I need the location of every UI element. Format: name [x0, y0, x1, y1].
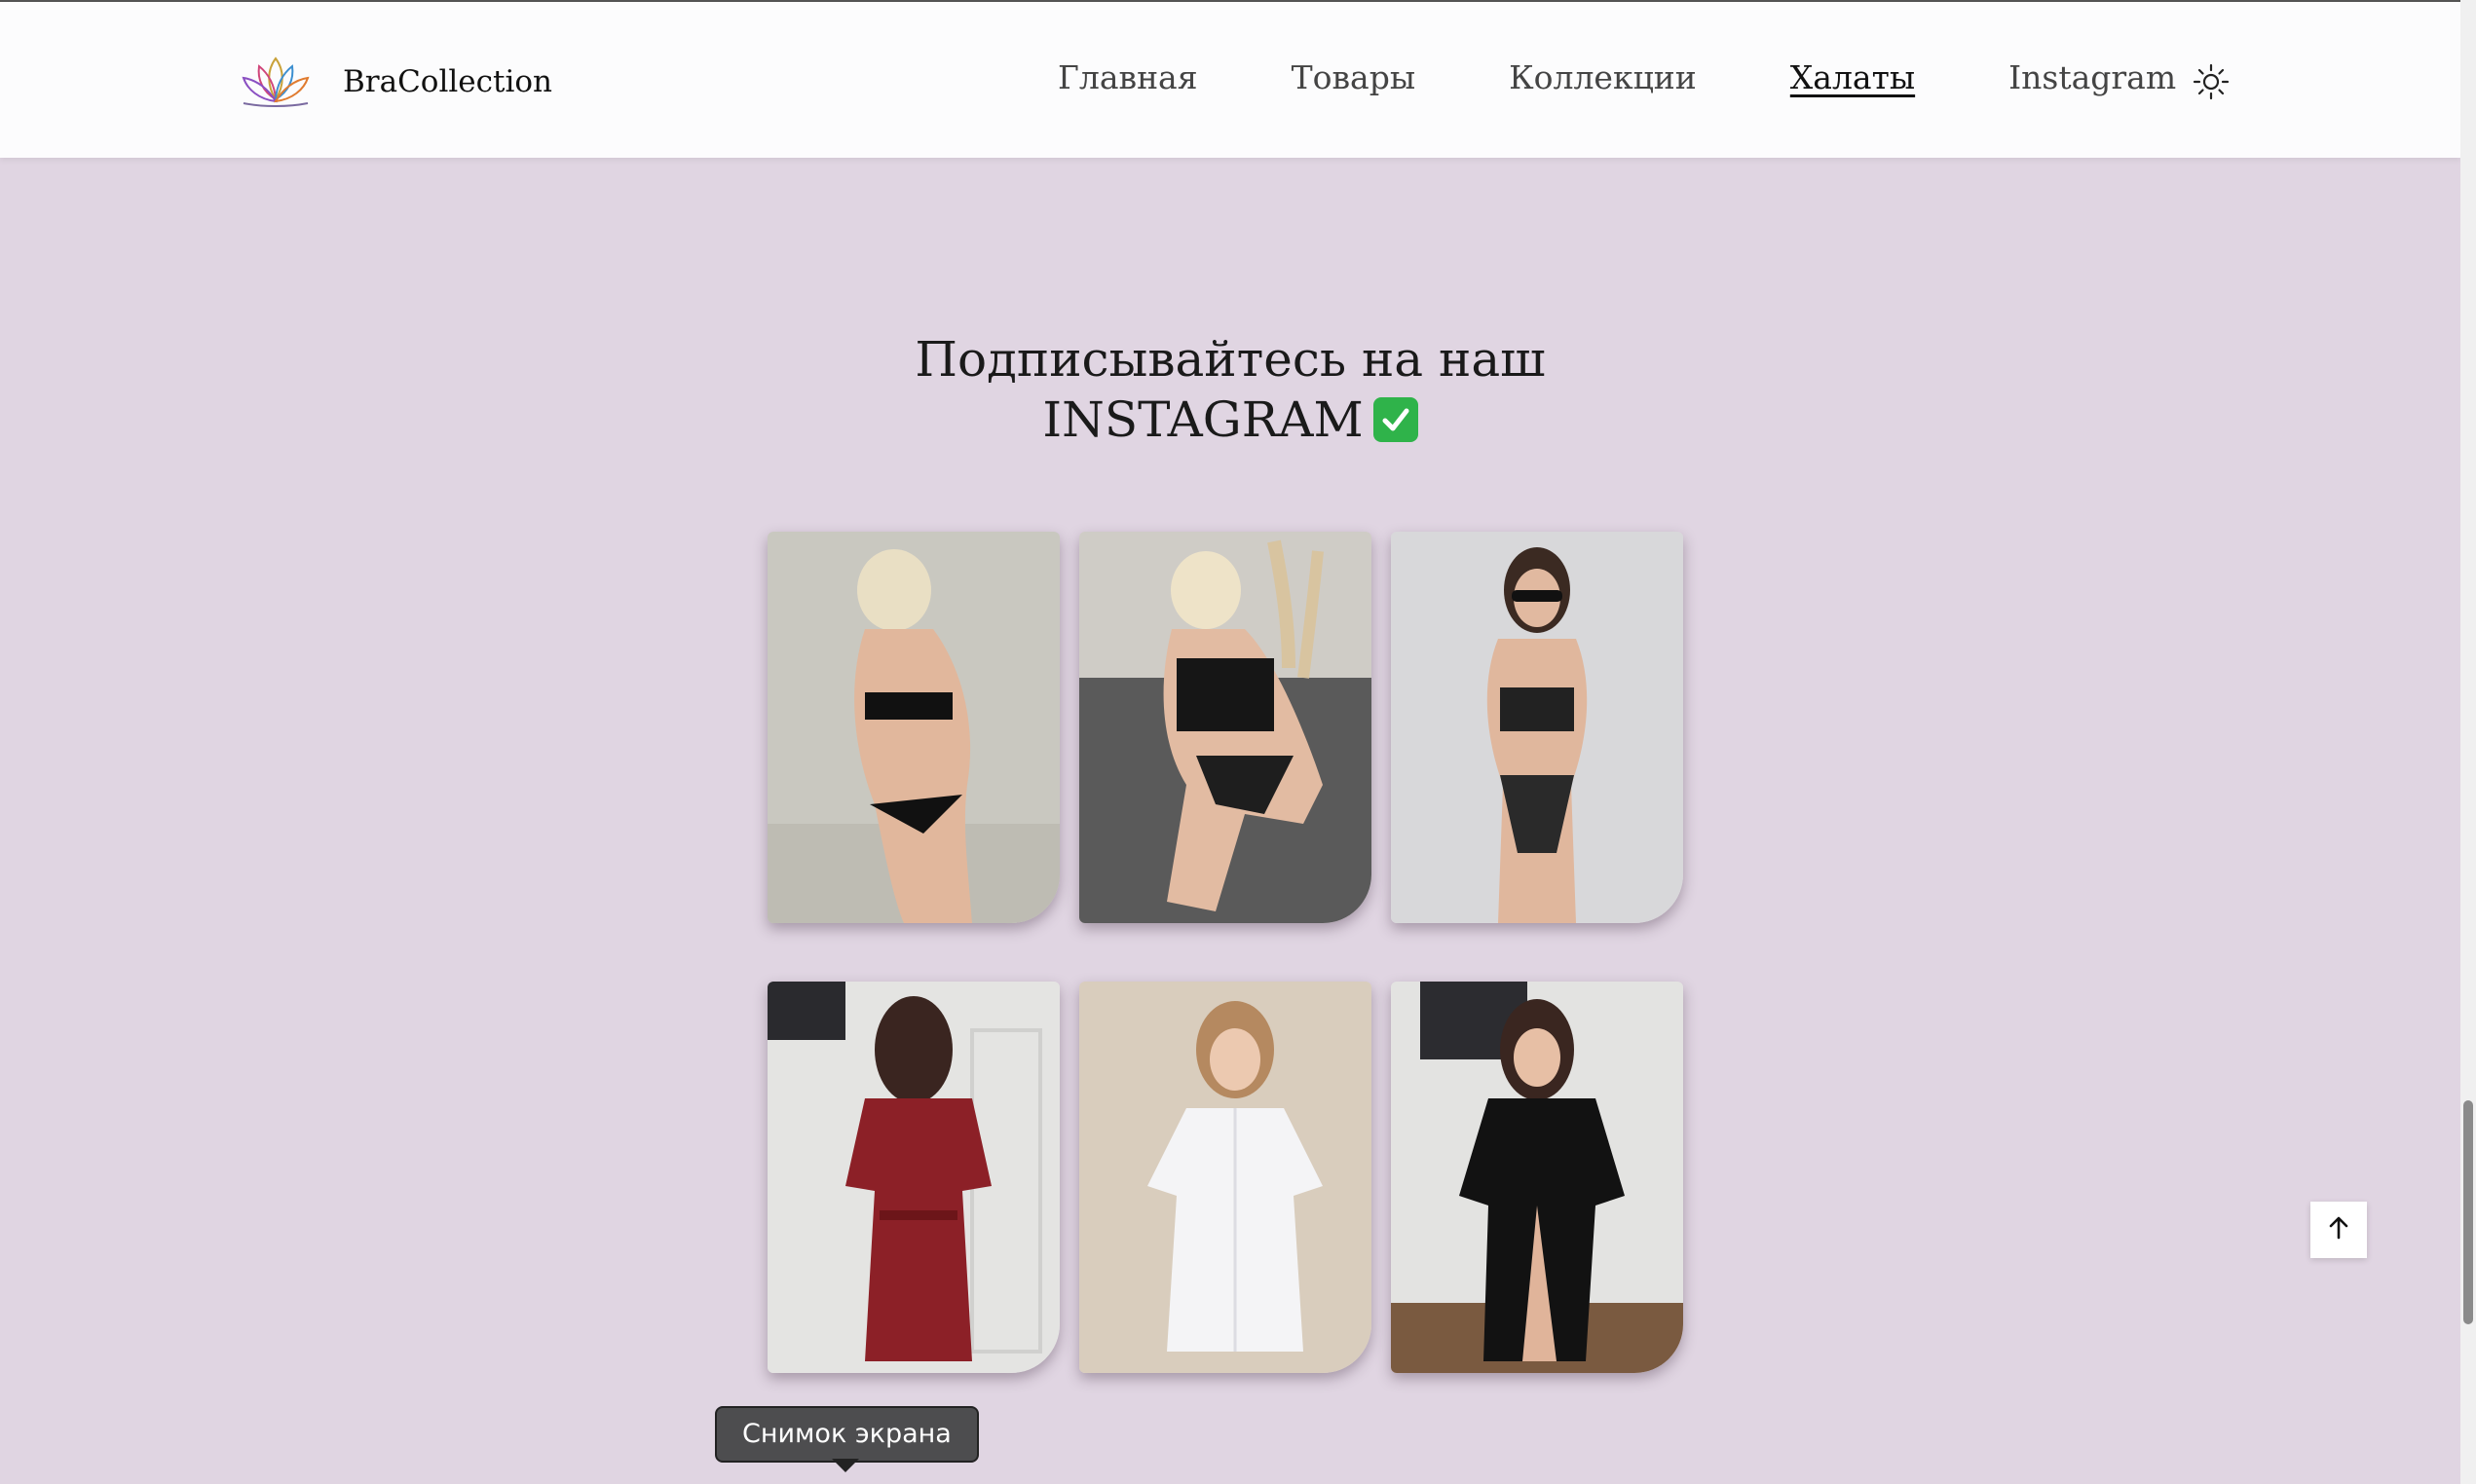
lingerie-photo-1[interactable]: [768, 532, 1060, 923]
arrow-up-icon: [2325, 1214, 2352, 1245]
nav-link-home[interactable]: Главная: [1058, 58, 1198, 96]
screenshot-tooltip: Снимок экрана: [715, 1406, 979, 1463]
scrollbar-thumb[interactable]: [2463, 1100, 2473, 1324]
instagram-section-title: Подписывайтесь на наш INSTAGRAM: [0, 329, 2460, 450]
title-line-2: INSTAGRAM: [1042, 391, 1364, 448]
robe-photo-2[interactable]: [1079, 982, 1371, 1373]
robe-photo-1[interactable]: [768, 982, 1060, 1373]
navbar: BraCollection Главная Товары Коллекции Х…: [0, 2, 2460, 158]
scroll-to-top-button[interactable]: [2310, 1202, 2367, 1258]
title-line-1: Подписывайтесь на наш: [915, 331, 1546, 388]
lingerie-photo-3[interactable]: [1391, 532, 1683, 923]
main-nav: Главная Товары Коллекции Халаты Instagra…: [1058, 58, 2176, 96]
brand[interactable]: BraCollection: [234, 53, 552, 111]
nav-link-robes[interactable]: Халаты: [1790, 58, 1915, 96]
instagram-gallery: [768, 532, 1683, 1373]
brand-name: BraCollection: [343, 64, 553, 99]
tooltip-arrow: [832, 1459, 859, 1472]
nav-link-products[interactable]: Товары: [1292, 58, 1416, 96]
robe-photo-3[interactable]: [1391, 982, 1683, 1373]
page-scrollbar[interactable]: [2460, 0, 2476, 1484]
check-mark-button-icon: [1372, 397, 1418, 442]
sun-icon[interactable]: [2192, 62, 2231, 101]
lingerie-photo-2[interactable]: [1079, 532, 1371, 923]
nav-link-instagram[interactable]: Instagram: [2008, 58, 2176, 96]
lotus-logo-icon: [234, 53, 318, 111]
nav-link-collections[interactable]: Коллекции: [1509, 58, 1697, 96]
page: BraCollection Главная Товары Коллекции Х…: [0, 0, 2476, 1484]
